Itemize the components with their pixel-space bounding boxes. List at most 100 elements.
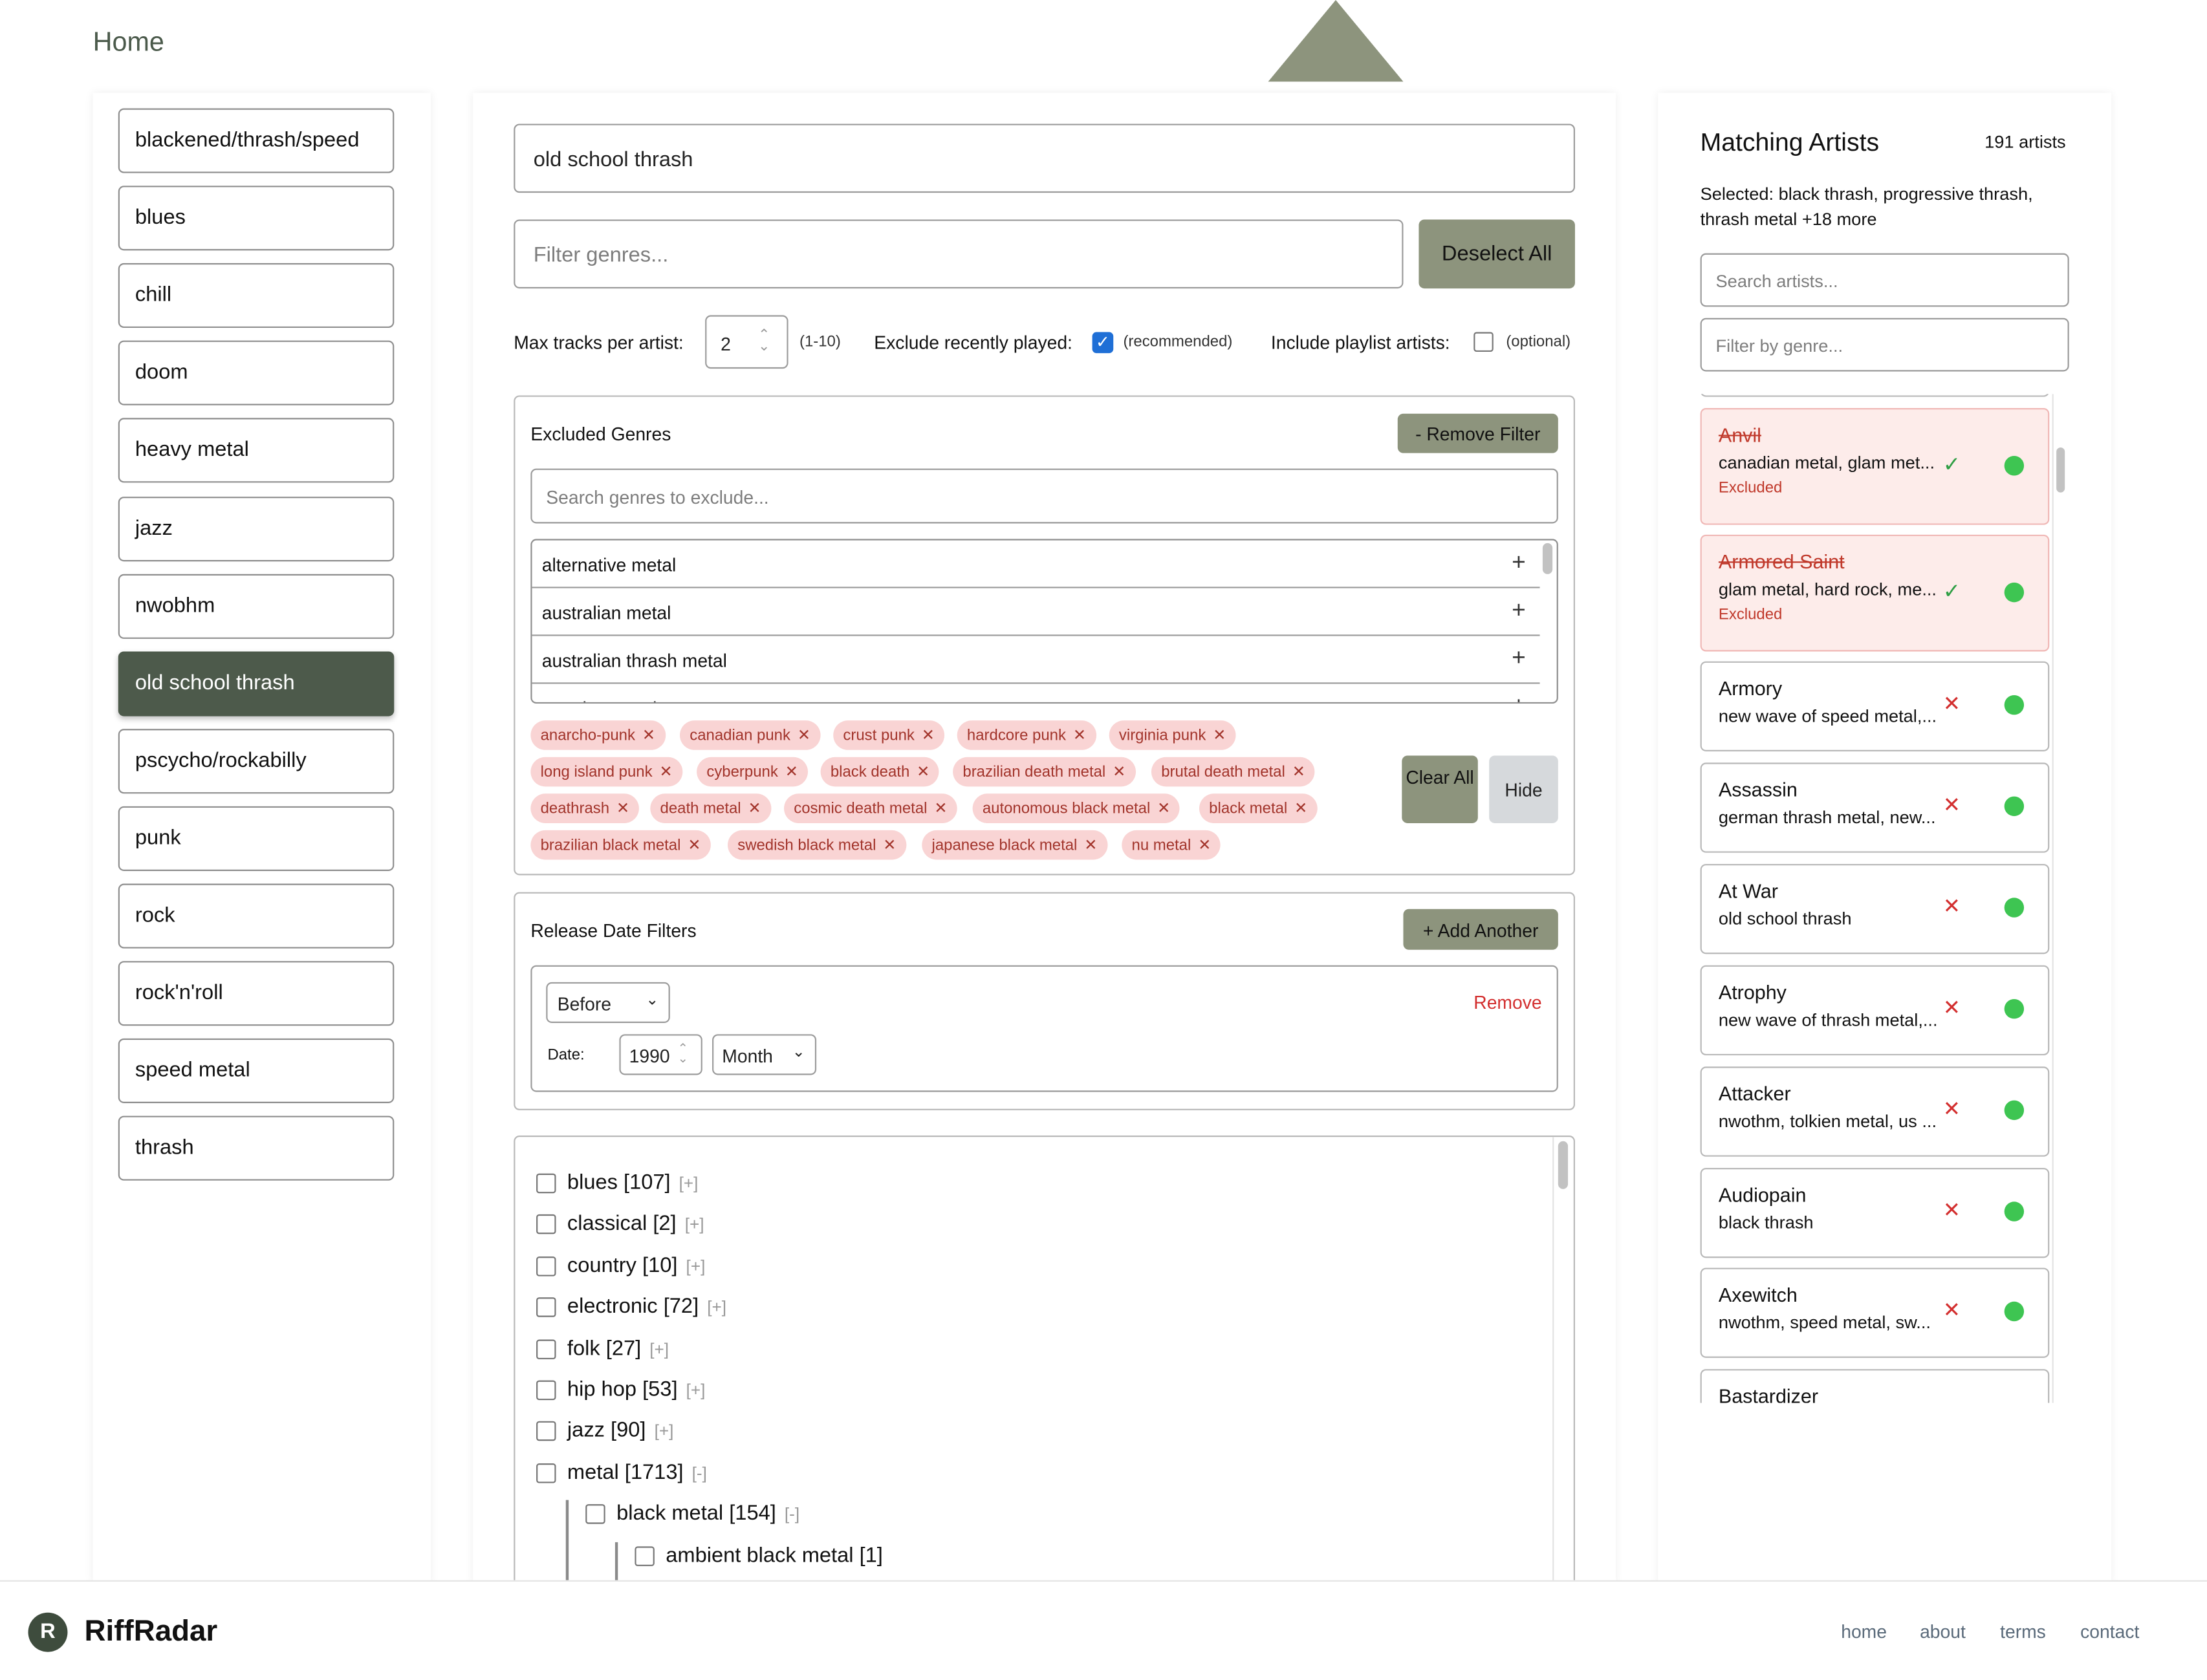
stepper-arrows-icon[interactable]: ⌃ ⌄ [678,1042,688,1064]
genre-tree-checkbox[interactable] [536,1380,556,1401]
close-icon[interactable]: ✕ [1943,792,1961,817]
close-icon[interactable]: ✕ [1943,894,1961,919]
artist-card[interactable]: Anvil canadian metal, glam met... Excluded… [1700,408,2050,525]
artist-search-input[interactable]: Search artists... [1700,253,2069,307]
genre-tree-checkbox[interactable] [536,1256,556,1276]
remove-filter-button[interactable]: - Remove Filter [1397,413,1558,453]
remove-tag-icon[interactable]: ✕ [785,764,798,781]
plus-icon[interactable]: + [1512,549,1526,577]
remove-tag-icon[interactable]: ✕ [1292,764,1305,781]
genre-button[interactable]: blackened/thrash/speed [118,108,395,173]
artist-card[interactable]: At War old school thrash ✕ [1700,864,2050,954]
clear-all-button[interactable]: Clear All [1402,755,1478,823]
remove-tag-icon[interactable]: ✕ [688,837,701,854]
close-icon[interactable]: ✕ [1943,1297,1961,1322]
spotify-icon[interactable] [2004,1201,2025,1222]
spotify-icon[interactable] [2004,455,2025,475]
artist-card[interactable]: Assassin german thrash metal, new... ✕ [1700,762,2050,853]
exclude-option-row[interactable]: australian metal + [532,588,1540,636]
remove-tag-icon[interactable]: ✕ [917,764,930,781]
genre-tree-item[interactable]: blues [107] [+] [567,1170,699,1194]
genre-button[interactable]: nwobhm [118,573,395,639]
remove-tag-icon[interactable]: ✕ [798,727,810,744]
close-icon[interactable]: ✕ [1943,1096,1961,1121]
genre-tree-item[interactable]: folk [27] [+] [567,1336,669,1360]
spotify-icon[interactable] [2004,1301,2025,1322]
home-link[interactable]: Home [93,28,164,59]
genre-tree-item[interactable]: hip hop [53] [+] [567,1377,705,1401]
exclude-option-row[interactable]: austrian metal + [532,684,1540,702]
artist-card[interactable]: Armored Saint glam metal, hard rock, me..… [1700,534,2050,652]
genre-tree-item[interactable]: ambient black metal [1] [666,1543,883,1567]
genre-button[interactable]: doom [118,341,395,406]
remove-tag-icon[interactable]: ✕ [1113,764,1125,781]
artist-card[interactable]: Atrophy new wave of thrash metal,... ✕ [1700,965,2050,1056]
options-scrollbar[interactable] [1542,543,1553,574]
genre-tree-item[interactable]: black metal [154] [-] [616,1502,799,1525]
expand-toggle[interactable]: [+] [655,1422,674,1441]
remove-tag-icon[interactable]: ✕ [1213,727,1226,744]
genre-button[interactable]: punk [118,806,395,871]
close-icon[interactable]: ✕ [1943,691,1961,716]
artist-card[interactable]: Attacker nwothm, tolkien metal, us ... ✕ [1700,1066,2050,1157]
tree-scrollbar[interactable] [1558,1141,1569,1189]
exclude-search-input[interactable]: Search genres to exclude... [530,468,1558,524]
brand-name[interactable]: RiffRadar [85,1615,218,1649]
expand-toggle[interactable]: [+] [707,1298,726,1317]
artist-card[interactable]: Armory new wave of speed metal,... ✕ [1700,661,2050,751]
check-icon[interactable]: ✓ [1943,577,1961,603]
remove-tag-icon[interactable]: ✕ [1294,801,1307,817]
add-another-button[interactable]: + Add Another [1403,909,1558,950]
plus-icon[interactable]: + [1512,645,1526,673]
genre-tree-checkbox[interactable] [536,1463,556,1483]
playlist-name-input[interactable]: old school thrash [514,124,1575,193]
artist-genre-filter-input[interactable]: Filter by genre... [1700,318,2069,372]
artist-card[interactable]: Audiopain black thrash ✕ [1700,1168,2050,1258]
plus-icon[interactable]: + [1512,597,1526,625]
genre-filter-input[interactable]: Filter genres... [514,219,1404,289]
genre-button[interactable]: jazz [118,496,395,561]
genre-tree-checkbox[interactable] [536,1173,556,1194]
remove-tag-icon[interactable]: ✕ [616,801,629,817]
genre-tree-checkbox[interactable] [536,1297,556,1318]
hide-button[interactable]: Hide [1489,755,1558,823]
exclude-option-row[interactable]: australian thrash metal + [532,636,1540,684]
footer-link-terms[interactable]: terms [2000,1621,2046,1642]
remove-tag-icon[interactable]: ✕ [883,837,896,854]
footer-link-contact[interactable]: contact [2080,1621,2139,1642]
remove-tag-icon[interactable]: ✕ [659,764,672,781]
remove-tag-icon[interactable]: ✕ [1157,801,1170,817]
check-icon[interactable]: ✓ [1943,451,1961,477]
genre-tree-item[interactable]: classical [2] [+] [567,1212,704,1236]
spotify-icon[interactable] [2004,998,2025,1019]
plus-icon[interactable]: + [1512,693,1526,702]
spotify-icon[interactable] [2004,1100,2025,1121]
genre-tree-item[interactable]: metal [1713] [-] [567,1460,707,1484]
expand-toggle[interactable]: [+] [685,1215,704,1234]
genre-button[interactable]: rock'n'roll [118,961,395,1026]
genre-tree-checkbox[interactable] [585,1504,605,1525]
genre-button[interactable]: pscycho/rockabilly [118,728,395,793]
genre-tree-checkbox[interactable] [536,1339,556,1359]
expand-toggle[interactable]: [-] [692,1463,707,1483]
genre-tree-item[interactable]: country [10] [+] [567,1253,705,1277]
footer-link-about[interactable]: about [1920,1621,1966,1642]
before-after-select[interactable]: Before ⌄ [546,982,670,1023]
expand-toggle[interactable]: [+] [686,1381,706,1400]
genre-button[interactable]: old school thrash [118,651,395,716]
genre-button[interactable]: blues [118,186,395,251]
remove-date-filter-link[interactable]: Remove [1473,992,1541,1013]
stepper-arrows-icon[interactable]: ⌃ ⌄ [758,328,770,354]
genre-tree-checkbox[interactable] [536,1214,556,1235]
exclude-recent-checkbox[interactable]: ✓ [1092,332,1114,354]
footer-link-home[interactable]: home [1841,1621,1887,1642]
spotify-icon[interactable] [2004,898,2025,918]
genre-tree-item[interactable]: electronic [72] [+] [567,1295,726,1319]
max-tracks-stepper[interactable]: 2 ⌃ ⌄ [705,315,788,369]
close-icon[interactable]: ✕ [1943,995,1961,1020]
remove-tag-icon[interactable]: ✕ [1198,837,1211,854]
genre-tree-checkbox[interactable] [635,1545,655,1566]
spotify-icon[interactable] [2004,695,2025,715]
close-icon[interactable]: ✕ [1943,1198,1961,1223]
genre-button[interactable]: chill [118,263,395,328]
